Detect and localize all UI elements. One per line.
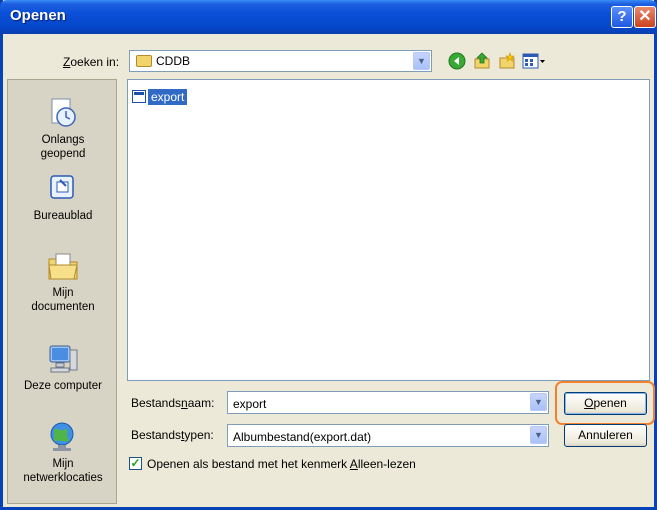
readonly-label[interactable]: Openen als bestand met het kenmerk Allee… xyxy=(147,457,416,471)
look-in-combobox[interactable]: CDDB ▼ xyxy=(129,50,432,72)
view-menu-icon[interactable] xyxy=(522,52,546,70)
help-button[interactable]: ? xyxy=(611,6,633,28)
readonly-checkbox[interactable]: ✓ xyxy=(129,457,142,470)
file-icon xyxy=(132,90,146,103)
look-in-value: CDDB xyxy=(156,54,191,68)
filetype-label: Bestandstypen: xyxy=(131,428,214,442)
place-desktop[interactable]: Bureaublad xyxy=(8,172,118,223)
open-button[interactable]: Openen xyxy=(564,392,647,415)
chevron-down-icon[interactable]: ▼ xyxy=(530,426,547,444)
filetype-combobox[interactable]: Albumbestand(export.dat) ▼ xyxy=(227,424,549,447)
place-my-documents[interactable]: Mijn documenten xyxy=(8,249,118,314)
folder-icon xyxy=(136,55,152,67)
desktop-icon xyxy=(50,175,74,199)
filename-combobox[interactable]: export ▼ xyxy=(227,391,549,414)
filetype-value: Albumbestand(export.dat) xyxy=(233,430,372,444)
recent-icon xyxy=(51,98,76,127)
place-my-computer[interactable]: Deze computer xyxy=(8,342,118,393)
filename-label: Bestandsnaam: xyxy=(131,396,215,410)
cancel-button[interactable]: Annuleren xyxy=(564,424,647,447)
network-icon xyxy=(50,422,74,451)
new-folder-icon[interactable] xyxy=(498,52,516,70)
place-network[interactable]: Mijn netwerklocaties xyxy=(8,420,118,485)
close-button[interactable]: ✕ xyxy=(634,6,656,28)
place-recent[interactable]: Onlangs geopend xyxy=(8,96,118,161)
filename-value[interactable]: export xyxy=(233,397,266,411)
up-folder-icon[interactable] xyxy=(473,52,491,70)
back-icon[interactable] xyxy=(448,52,466,70)
dialog-title: Openen xyxy=(10,7,66,24)
title-bar[interactable]: Openen ? ✕ xyxy=(0,0,657,34)
chevron-down-icon[interactable]: ▼ xyxy=(530,393,547,411)
my-computer-icon xyxy=(49,345,78,373)
file-name: export xyxy=(148,89,188,105)
file-list[interactable]: export xyxy=(127,79,650,381)
my-documents-icon xyxy=(48,253,78,280)
look-in-label: Zoeken in: xyxy=(63,55,120,69)
places-bar: Onlangs geopend Bureaublad Mijn document… xyxy=(7,79,117,504)
chevron-down-icon[interactable]: ▼ xyxy=(413,52,430,70)
